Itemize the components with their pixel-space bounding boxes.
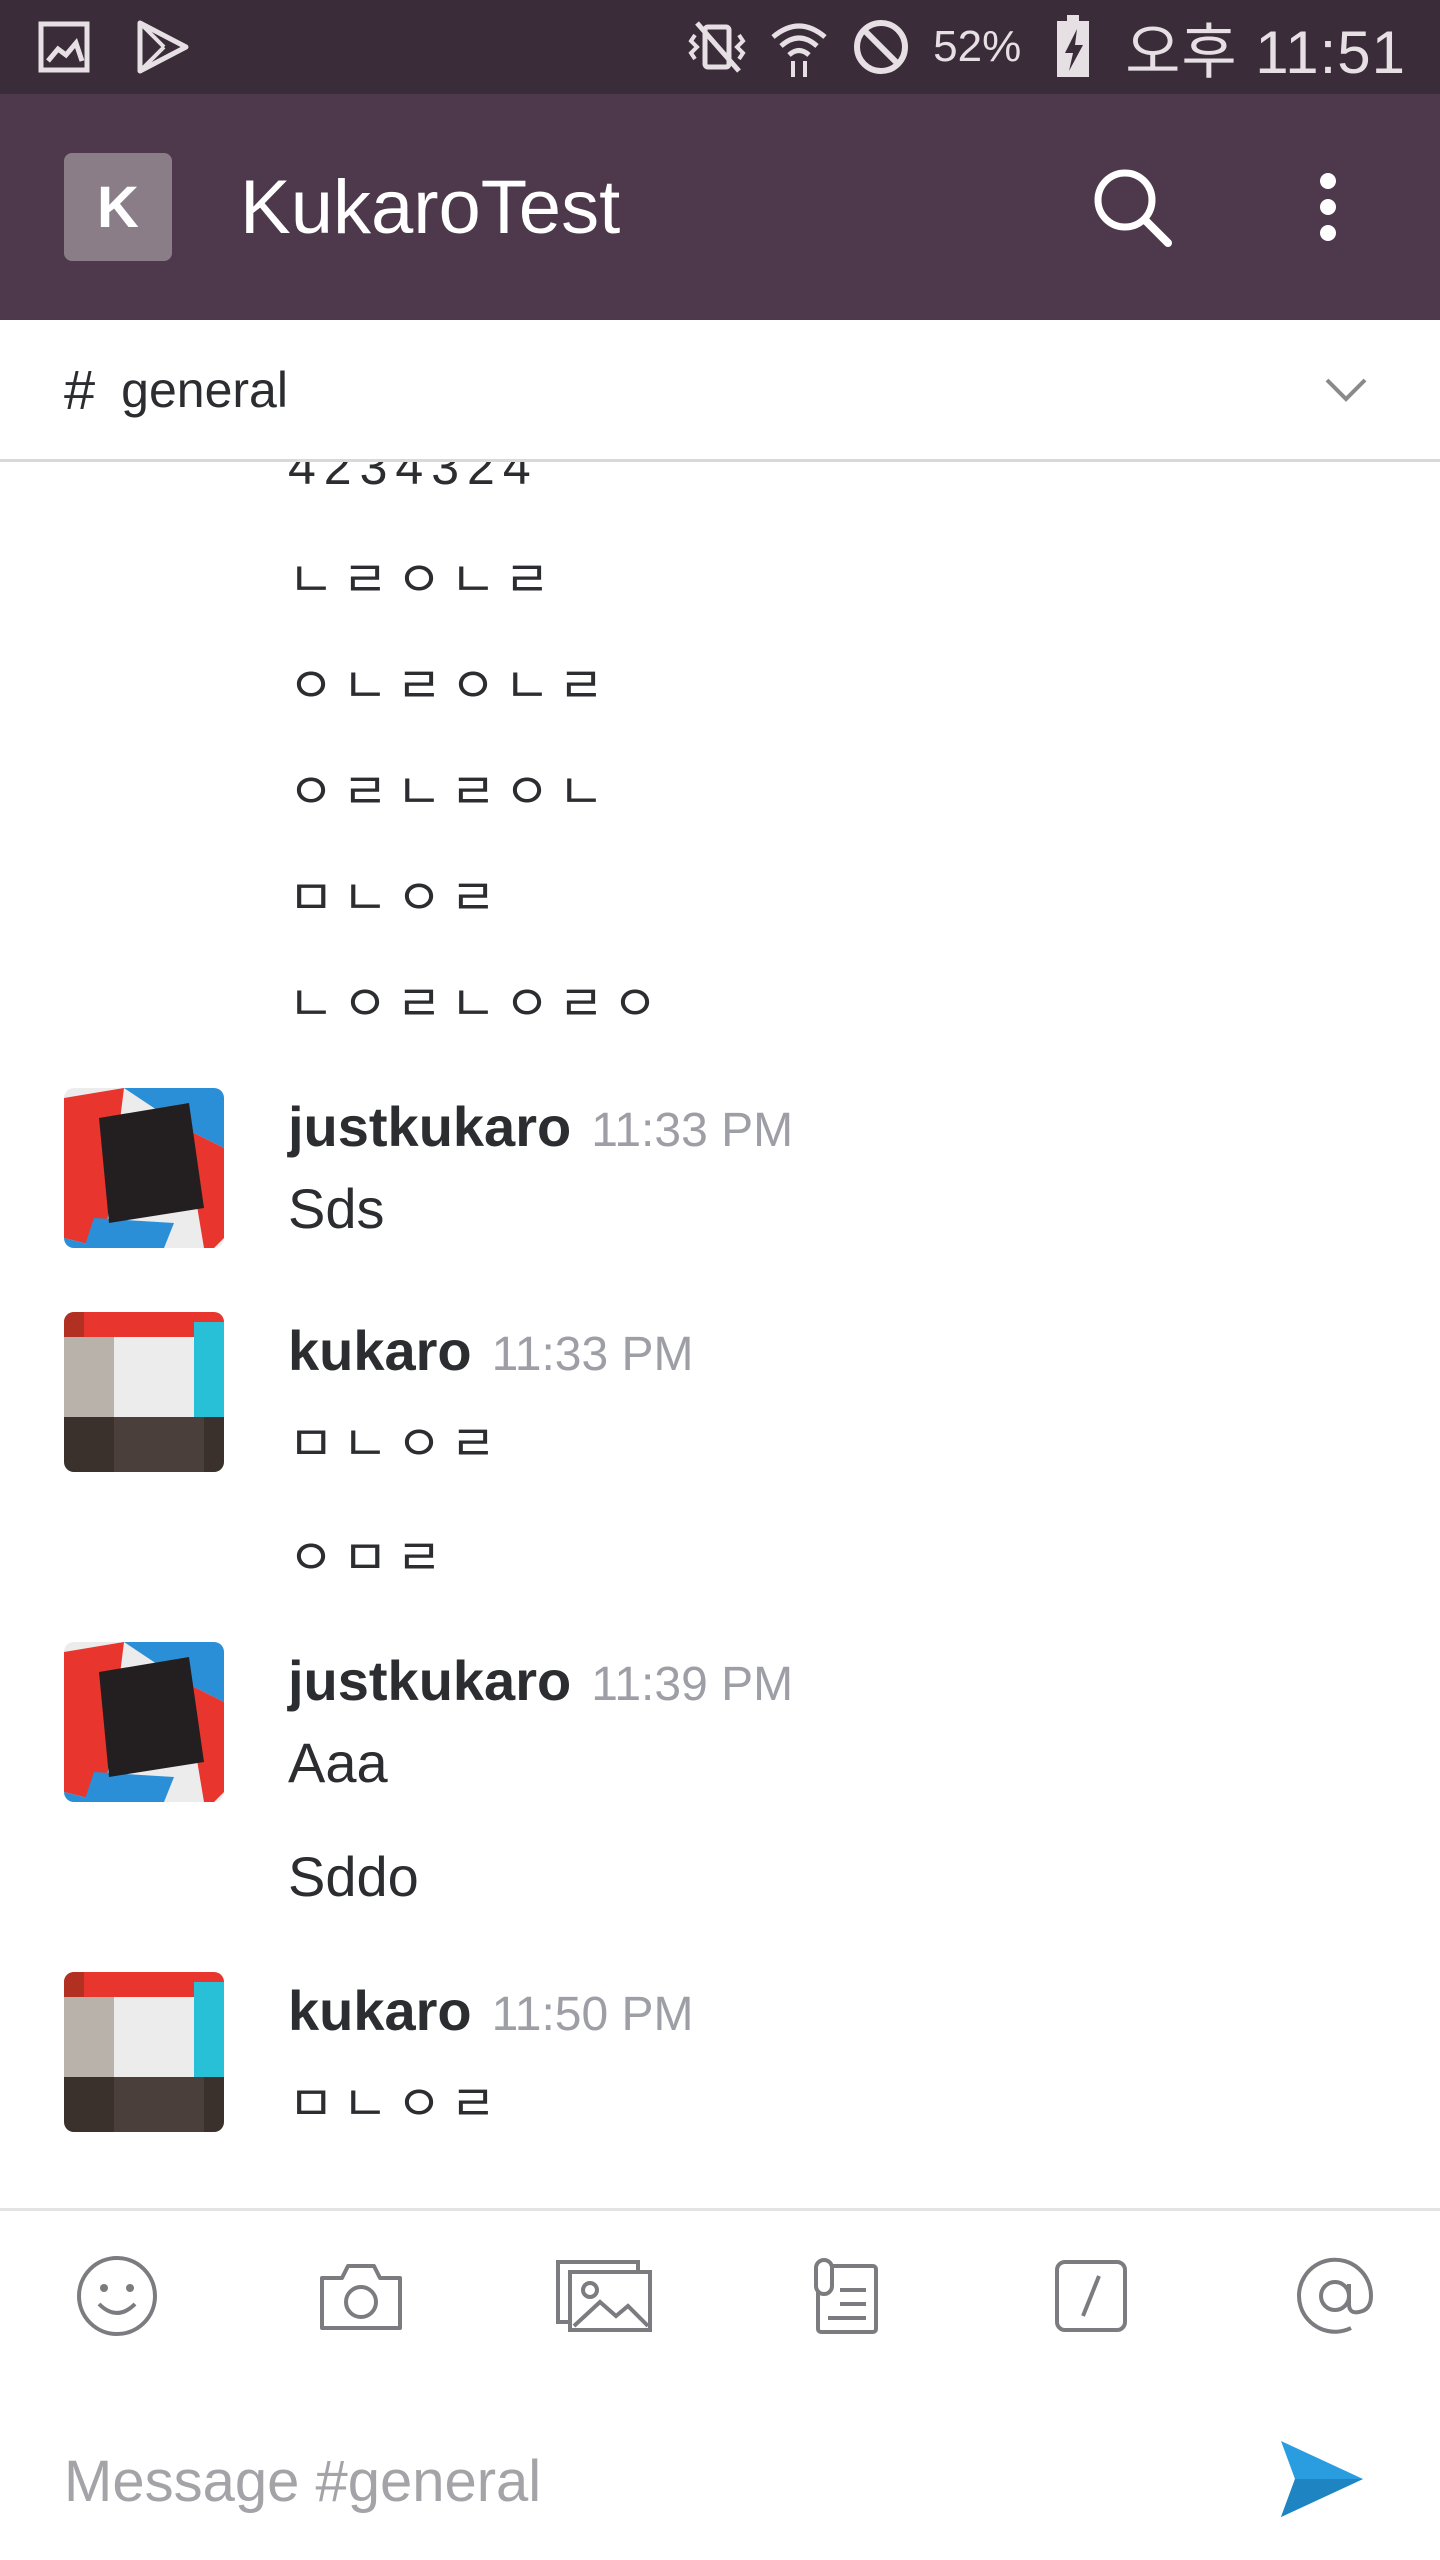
file-icon [813, 2258, 878, 2334]
message-author[interactable]: kukaro [288, 1318, 472, 1383]
channel-header[interactable]: # general [0, 320, 1440, 462]
message-composer [0, 2208, 1440, 2560]
chevron-down-icon[interactable] [1316, 360, 1376, 420]
message-line: ㅇㄴㄹㅇㄴㄹ [288, 658, 612, 714]
wifi-icon [769, 17, 829, 77]
avatar-justkukaro[interactable] [64, 1088, 224, 1248]
mention-button[interactable] [1280, 2241, 1390, 2351]
message-text: Sddo [288, 1845, 419, 1908]
composer-toolbar [0, 2211, 1440, 2381]
search-button[interactable] [1084, 159, 1180, 255]
vibrate-off-icon [687, 17, 747, 77]
channel-hash: # [64, 358, 96, 421]
send-icon [1281, 2441, 1363, 2517]
slash-command-button[interactable] [1036, 2241, 1146, 2351]
message-line: ㄴㅇㄹㄴㅇㄹㅇ [288, 976, 666, 1032]
message-line: 4234324 [288, 462, 539, 495]
message-line: ㅁㄴㅇㄹ [288, 870, 504, 926]
message-list[interactable]: 4234324 ㄴㄹㅇㄴㄹ ㅇㄴㄹㅇㄴㄹ ㅇㄹㄴㄹㅇㄴ ㅁㄴㅇㄹ ㄴㅇㄹㄴㅇㄹㅇ… [0, 462, 1440, 2208]
status-clock: 오후 11:51 [1125, 18, 1406, 86]
message-author[interactable]: kukaro [288, 1978, 472, 2043]
channel-name: general [121, 361, 288, 418]
status-bar: 52% 오후 11:51 [0, 0, 1440, 94]
app-bar: K KukaroTest [0, 94, 1440, 320]
slash-command-icon [1055, 2260, 1128, 2332]
message-text: Sds [288, 1177, 385, 1240]
message-text: ㅁㄴㅇㄹ [288, 1416, 504, 1472]
avatar-kukaro[interactable] [64, 1312, 224, 1472]
photo-icon [556, 2260, 653, 2332]
search-icon [1094, 169, 1172, 247]
gallery-notification-icon [34, 17, 94, 77]
camera-button[interactable] [306, 2241, 416, 2351]
message-timestamp: 11:39 PM [591, 1658, 794, 1711]
message-text: Aaa [288, 1731, 388, 1794]
avatar-justkukaro[interactable] [64, 1642, 224, 1802]
message-line: ㅇㄹㄴㄹㅇㄴ [288, 764, 612, 820]
message-author[interactable]: justkukaro [288, 1648, 571, 1713]
battery-percent: 52% [933, 22, 1022, 71]
camera-icon [319, 2264, 402, 2330]
avatar-kukaro[interactable] [64, 1972, 224, 2132]
team-name[interactable]: KukaroTest [240, 164, 620, 251]
photo-button[interactable] [549, 2241, 659, 2351]
message-text: ㅁㄴㅇㄹ [288, 2076, 504, 2132]
send-button[interactable] [1272, 2429, 1372, 2529]
battery-charging-icon [1043, 15, 1103, 77]
message-input[interactable] [64, 2431, 1214, 2531]
message-author[interactable]: justkukaro [288, 1094, 571, 1159]
message-timestamp: 11:33 PM [491, 1328, 694, 1381]
emoji-icon [77, 2256, 157, 2336]
message-timestamp: 11:50 PM [491, 1988, 694, 2041]
do-not-disturb-icon [851, 17, 911, 77]
mention-icon [1296, 2257, 1373, 2334]
emoji-button[interactable] [62, 2241, 172, 2351]
team-icon[interactable]: K [64, 153, 172, 261]
play-store-notification-icon [132, 17, 192, 77]
message-line: ㄴㄹㅇㄴㄹ [288, 552, 558, 608]
more-vertical-icon [1320, 173, 1336, 241]
message-text: ㅇㅁㄹ [288, 1530, 450, 1586]
overflow-menu-button[interactable] [1280, 159, 1376, 255]
message-timestamp: 11:33 PM [591, 1104, 794, 1157]
file-button[interactable] [793, 2241, 903, 2351]
